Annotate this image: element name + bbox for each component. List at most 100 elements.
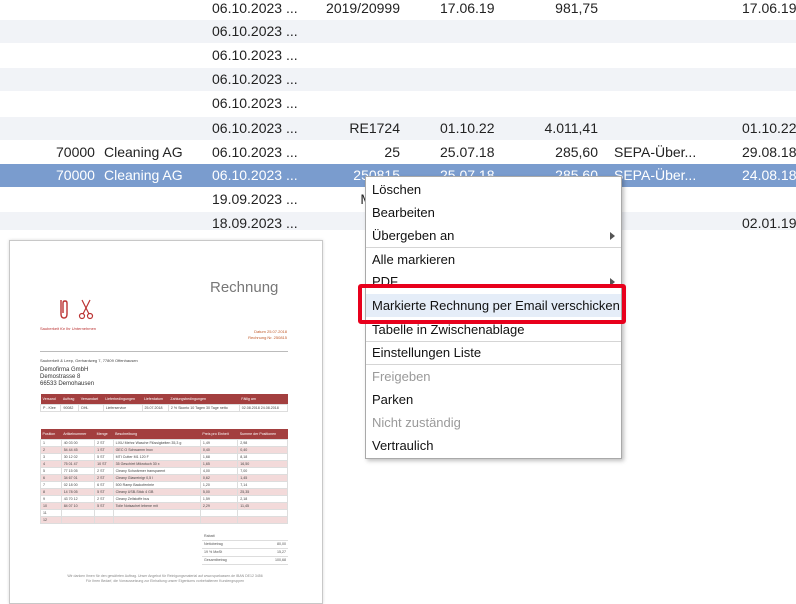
line-item-cell: 11: [40, 508, 62, 517]
cell-amount: 981,75: [555, 0, 598, 16]
cell-payment: SEPA-Über...: [614, 144, 697, 160]
shipping-cell: P - Klee: [39, 403, 62, 412]
menu-item-confidential[interactable]: Vertraulich: [366, 434, 621, 457]
clip-scissors-logo-icon: [60, 299, 94, 320]
total-row: Nettobetrag 80,00: [202, 541, 288, 549]
line-item-cell: 9: [40, 494, 62, 503]
line-item-cell: 30 12 02: [60, 452, 96, 461]
table-row[interactable]: 06.10.2023 ...: [0, 44, 796, 67]
line-item-cell: 5 ST: [94, 452, 114, 461]
menu-item-send-invoice-email[interactable]: Markierte Rechnung per Email verschicken: [366, 294, 621, 317]
line-item-cell: 6: [40, 473, 62, 482]
line-item-cell: 3: [40, 452, 62, 461]
shipping-cell: Lieferservice: [102, 403, 143, 412]
line-item-cell: [60, 508, 96, 517]
shipping-cell: DHL: [78, 403, 104, 412]
recipient-address: Demofirma GmbH Demostrasse 8 66533 Demoh…: [40, 367, 94, 388]
line-item-row: 6 34 67 01 2 ST Cleany Glasreinigr 0,5 l 0,6…: [40, 473, 288, 482]
menu-item-copy-table[interactable]: Tabelle in Zwischenablage: [366, 318, 621, 341]
line-item-row: 4 75 01 47 10 ST 35 Geschirrt Mikrotuch 30 …: [40, 459, 288, 468]
cell-reference: 2019/20999: [326, 0, 400, 16]
line-item-cell: [112, 515, 201, 524]
line-item-cell: 10: [40, 501, 62, 510]
total-label: 19 % MwSt: [204, 550, 223, 554]
menu-item-delete[interactable]: Löschen: [366, 178, 621, 201]
line-item-cell: 1,49: [199, 438, 239, 447]
menu-item-list-settings[interactable]: Einstellungen Liste: [366, 341, 621, 364]
cell-date: 06.10.2023 ...: [212, 144, 298, 160]
line-item-cell: [237, 508, 288, 517]
line-item-cell: [94, 515, 114, 524]
total-value: 15,27: [277, 550, 286, 554]
cell-invoice-date: 25.07.18: [440, 144, 495, 160]
menu-item-release: Freigeben: [366, 365, 621, 388]
total-label: Gesamtbetrag: [204, 558, 227, 562]
shipping-cell: 90082: [60, 403, 80, 412]
table-row[interactable]: 06.10.2023 ...: [0, 92, 796, 115]
cell-date: 06.10.2023 ...: [212, 95, 298, 111]
cell-number: 70000: [56, 144, 95, 160]
line-item-cell: 16,50: [237, 459, 288, 468]
table-row[interactable]: 06.10.2023 ... RE1724 01.10.22 4.011,41 …: [0, 117, 796, 140]
line-item-row: 2 54 44 45 1 ST GEC O Schwamm Inox 0,40 0,40: [40, 445, 288, 454]
cell-due-date: 02.01.19: [742, 215, 796, 230]
line-item-cell: 5,00: [199, 487, 239, 496]
menu-item-label: Markierte Rechnung per Email verschicken: [372, 298, 620, 313]
line-item-row: 5 77 15 05 2 ST Cleany Schwärmer transparen…: [40, 466, 288, 475]
invoice-totals: Rabatt Nettobetrag 80,00 19 % MwSt 15,27 G…: [202, 533, 288, 565]
line-item-cell: Cleany Zellstoffe bus: [112, 494, 201, 503]
shipping-header: Fällig am: [239, 394, 288, 404]
line-item-cell: 2 ST: [94, 438, 114, 447]
line-item-cell: 8: [40, 487, 62, 496]
menu-item-select-all[interactable]: Alle markieren: [366, 248, 621, 271]
line-item-row: 11: [40, 508, 288, 517]
line-item-row: 10 84 07 10 5 ST Toile Notsachet lebene mit…: [40, 501, 288, 510]
line-item-cell: 500 Ramp Backofenbrie: [112, 480, 201, 489]
line-item-cell: 2 ST: [94, 494, 114, 503]
line-item-row: 7 02 18 00 6 ST 500 Ramp Backofenbrie 1,20 7,…: [40, 480, 288, 489]
recipient-city: 66533 Demohausen: [40, 381, 95, 387]
line-item-cell: 2 ST: [94, 473, 114, 482]
recipient-company: Demofirma GmbH: [40, 367, 89, 373]
line-item-cell: 7,00: [237, 466, 288, 475]
line-item-cell: 5: [40, 466, 62, 475]
line-item-cell: Toile Notsachet lebene mit: [112, 501, 201, 510]
shipping-cell: 25.07.2018: [141, 403, 169, 412]
context-menu: Löschen Bearbeiten Übergeben an Alle mar…: [365, 176, 622, 459]
menu-item-edit[interactable]: Bearbeiten: [366, 201, 621, 224]
menu-item-label: Tabelle in Zwischenablage: [372, 322, 525, 337]
items-header: Preis pro Einheit: [200, 429, 238, 439]
cell-name: Cleaning AG: [104, 167, 183, 183]
line-item-cell: 1,45: [237, 473, 288, 482]
invoice-number: Rechnung Nr. 250815: [248, 335, 287, 340]
line-item-cell: Cleany Schwärmer transparent: [112, 466, 201, 475]
cell-date: 06.10.2023 ...: [212, 23, 298, 39]
line-item-cell: 8,18: [237, 452, 288, 461]
line-item-cell: 84 07 10: [60, 501, 96, 510]
line-item-cell: 34 67 01: [60, 473, 96, 482]
line-item-cell: MTI Cutter M1 120 F: [112, 452, 201, 461]
table-row[interactable]: 06.10.2023 ...: [0, 68, 796, 91]
line-item-cell: [94, 508, 114, 517]
line-item-cell: 14 78 05: [60, 487, 96, 496]
cell-date: 06.10.2023 ...: [212, 47, 298, 63]
table-row[interactable]: 06.10.2023 ... 2019/20999 17.06.19 981,7…: [0, 0, 796, 20]
table-row[interactable]: 06.10.2023 ...: [0, 20, 796, 43]
shipping-table: Versand Auftrag Versandart Lieferbedingu…: [39, 394, 289, 412]
cell-payment: SEPA-Über...: [614, 167, 697, 183]
line-item-cell: 2,98: [237, 438, 288, 447]
menu-item-park[interactable]: Parken: [366, 388, 621, 411]
line-item-cell: 77 15 05: [60, 466, 96, 475]
menu-item-pdf[interactable]: PDF: [366, 270, 621, 293]
total-value: 80,00: [277, 542, 286, 546]
menu-item-label: Einstellungen Liste: [372, 345, 482, 360]
cell-due-date: 01.10.22: [742, 120, 796, 136]
cell-number: 70000: [56, 167, 95, 183]
line-item-cell: 2,18: [237, 494, 288, 503]
line-item-cell: 1,20: [199, 480, 239, 489]
line-item-cell: Cleany Glasreinigr 0,5 l: [112, 473, 201, 482]
line-item-cell: 1,68: [199, 452, 239, 461]
menu-item-hand-over[interactable]: Übergeben an: [366, 224, 621, 247]
line-item-cell: [237, 515, 288, 524]
table-row[interactable]: 70000 Cleaning AG 06.10.2023 ... 25 25.0…: [0, 141, 796, 164]
